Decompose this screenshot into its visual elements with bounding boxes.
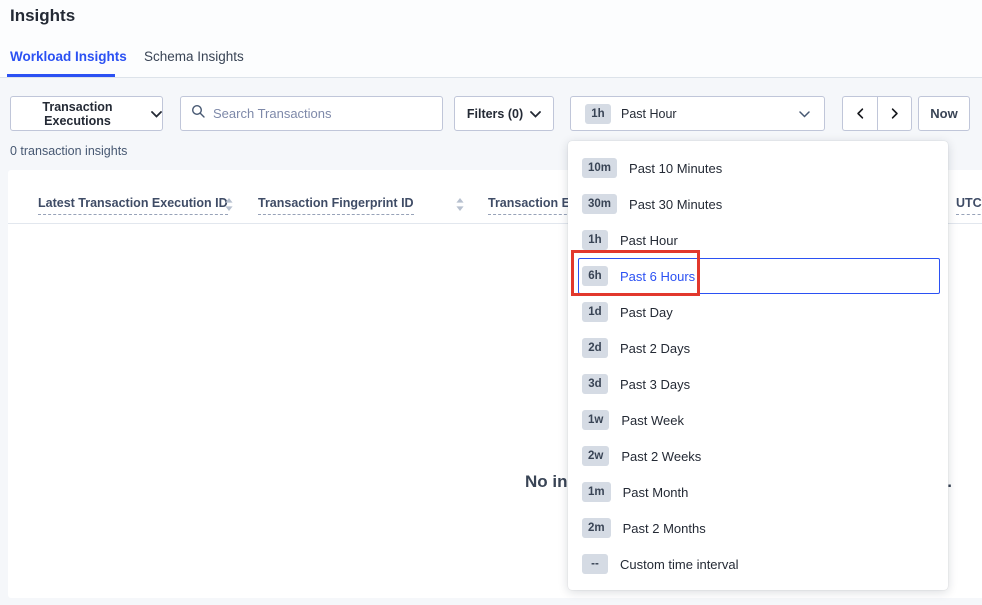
chevron-down-icon bbox=[530, 107, 541, 121]
time-option-label: Past 2 Weeks bbox=[621, 449, 701, 464]
time-option-3d[interactable]: 3d Past 3 Days bbox=[578, 366, 940, 402]
time-option-badge: 2d bbox=[582, 338, 608, 358]
search-icon bbox=[191, 104, 205, 123]
sort-icon[interactable] bbox=[456, 198, 464, 216]
time-option-badge: 10m bbox=[582, 158, 617, 178]
time-interval-badge: 1h bbox=[585, 104, 611, 124]
time-option-badge: 2m bbox=[582, 518, 611, 538]
time-option-2m[interactable]: 2m Past 2 Months bbox=[578, 510, 940, 546]
time-option-label: Past 3 Days bbox=[620, 377, 690, 392]
time-option-badge: 1d bbox=[582, 302, 608, 322]
chevron-down-icon bbox=[799, 107, 810, 121]
page-header: Insights Workload Insights Schema Insigh… bbox=[0, 0, 982, 78]
time-option-label: Past 2 Months bbox=[623, 521, 706, 536]
time-interval-dropdown-trigger[interactable]: 1h Past Hour bbox=[570, 96, 825, 131]
time-option-label: Past Hour bbox=[620, 233, 678, 248]
time-option-1w[interactable]: 1w Past Week bbox=[578, 402, 940, 438]
column-header-time-utc[interactable]: UTC) bbox=[956, 196, 982, 215]
time-option-2w[interactable]: 2w Past 2 Weeks bbox=[578, 438, 940, 474]
insights-count: 0 transaction insights bbox=[10, 144, 127, 158]
column-header-latest-transaction-execution-id[interactable]: Latest Transaction Execution ID bbox=[38, 196, 228, 215]
time-option-badge: 2w bbox=[582, 446, 609, 466]
active-tab-underline bbox=[7, 74, 115, 77]
time-option-label: Past Month bbox=[623, 485, 689, 500]
time-option-label: Past 10 Minutes bbox=[629, 161, 722, 176]
tab-schema-insights[interactable]: Schema Insights bbox=[144, 49, 244, 64]
time-option-label: Past Day bbox=[620, 305, 673, 320]
time-option-10m[interactable]: 10m Past 10 Minutes bbox=[578, 150, 940, 186]
time-option-badge: 1m bbox=[582, 482, 611, 502]
search-transactions-box[interactable] bbox=[180, 96, 443, 131]
next-interval-button[interactable] bbox=[877, 96, 912, 131]
time-option-2d[interactable]: 2d Past 2 Days bbox=[578, 330, 940, 366]
column-header-transaction-execution[interactable]: Transaction Ex bbox=[488, 196, 577, 215]
insights-page: Insights Workload Insights Schema Insigh… bbox=[0, 0, 982, 605]
time-option-badge: 30m bbox=[582, 194, 617, 214]
time-option-badge: 1w bbox=[582, 410, 609, 430]
time-interval-menu: 10m Past 10 Minutes 30m Past 30 Minutes 1h Pa… bbox=[568, 141, 948, 590]
column-header-transaction-fingerprint-id[interactable]: Transaction Fingerprint ID bbox=[258, 196, 414, 215]
time-option-30m[interactable]: 30m Past 30 Minutes bbox=[578, 186, 940, 222]
prev-interval-button[interactable] bbox=[842, 96, 877, 131]
time-option-badge: 3d bbox=[582, 374, 608, 394]
search-transactions-input[interactable] bbox=[213, 106, 432, 121]
transaction-type-label: Transaction Executions bbox=[11, 100, 144, 128]
time-option-1d[interactable]: 1d Past Day bbox=[578, 294, 940, 330]
interval-step-buttons bbox=[842, 96, 912, 131]
time-option-label: Custom time interval bbox=[620, 557, 738, 572]
time-option-label: Past 30 Minutes bbox=[629, 197, 722, 212]
time-option-[interactable]: -- Custom time interval bbox=[578, 546, 940, 582]
time-option-badge: -- bbox=[582, 554, 608, 574]
now-button[interactable]: Now bbox=[918, 96, 970, 131]
annotation-highlight-box bbox=[571, 250, 700, 296]
transaction-type-dropdown[interactable]: Transaction Executions bbox=[10, 96, 163, 131]
time-option-label: Past Week bbox=[621, 413, 684, 428]
chevron-down-icon bbox=[151, 107, 162, 121]
filters-label: Filters (0) bbox=[467, 107, 523, 121]
time-option-label: Past 2 Days bbox=[620, 341, 690, 356]
page-title: Insights bbox=[10, 6, 75, 26]
tab-workload-insights[interactable]: Workload Insights bbox=[10, 49, 127, 64]
time-option-1m[interactable]: 1m Past Month bbox=[578, 474, 940, 510]
time-interval-label: Past Hour bbox=[621, 107, 677, 121]
time-option-badge: 1h bbox=[582, 230, 608, 250]
sort-icon[interactable] bbox=[225, 198, 233, 216]
filters-button[interactable]: Filters (0) bbox=[454, 96, 554, 131]
